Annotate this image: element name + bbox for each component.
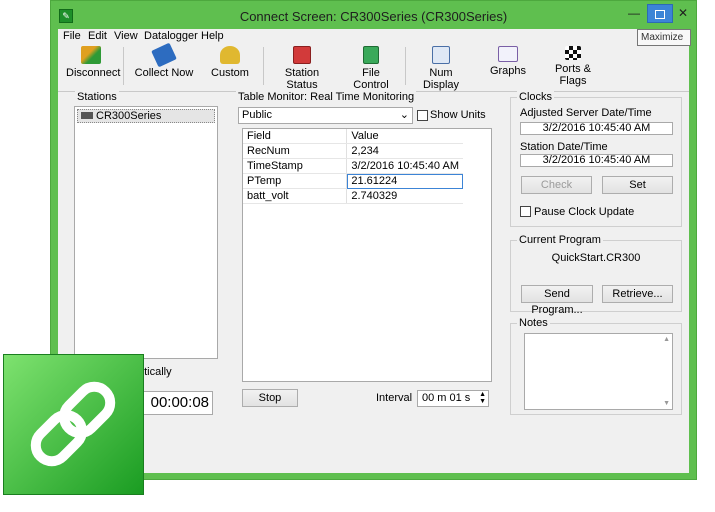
row-value: 3/2/2016 10:45:40 AM xyxy=(346,158,463,174)
file-icon xyxy=(363,46,379,64)
row-value: 2,234 xyxy=(346,143,463,159)
spinner-arrows-icon[interactable]: ▲ ▼ xyxy=(479,391,486,405)
num-display-icon xyxy=(432,46,450,64)
stations-title: Stations xyxy=(75,91,119,103)
menu-bar: File Edit View Datalogger Help xyxy=(58,29,689,43)
table-row[interactable]: PTemp 21.61224 xyxy=(243,173,463,189)
datalogger-icon xyxy=(81,112,93,119)
stop-button[interactable]: Stop xyxy=(242,389,298,407)
send-program-button[interactable]: Send Program... xyxy=(521,285,593,316)
collect-now-button[interactable]: Collect Now xyxy=(134,42,194,79)
file-control-button[interactable]: File Control xyxy=(343,46,399,91)
retrieve-button[interactable]: Retrieve... xyxy=(602,285,673,303)
menu-view[interactable]: View xyxy=(114,30,138,42)
toolbar-separator xyxy=(405,47,406,85)
show-units-checkbox[interactable] xyxy=(417,110,428,121)
table-monitor-title: Table Monitor: Real Time Monitoring xyxy=(236,91,417,103)
minimize-button[interactable]: — xyxy=(621,3,647,23)
num-display-button[interactable]: Num Display xyxy=(411,46,471,91)
disconnect-button[interactable]: Disconnect xyxy=(66,46,120,79)
notes-textarea[interactable]: ▲ ▼ xyxy=(524,333,673,410)
status-icon xyxy=(293,46,311,64)
maximize-icon xyxy=(655,10,665,19)
table-row[interactable]: TimeStamp 3/2/2016 10:45:40 AM xyxy=(243,158,463,174)
link-badge xyxy=(3,354,144,495)
clocks-title: Clocks xyxy=(517,91,555,103)
stations-list[interactable]: CR300Series xyxy=(74,106,218,359)
station-time-field: 3/2/2016 10:45:40 AM xyxy=(520,154,673,167)
list-item[interactable]: CR300Series xyxy=(77,109,215,123)
menu-help[interactable]: Help xyxy=(201,30,224,42)
toolbar-separator xyxy=(123,47,124,85)
table-header-row: Field Value xyxy=(243,129,463,144)
interval-label: Interval xyxy=(376,392,413,404)
ports-flags-button[interactable]: Ports & Flags xyxy=(542,46,604,87)
client-area: File Edit View Datalogger Help Disconnec… xyxy=(58,29,689,473)
chain-link-icon xyxy=(4,355,143,494)
scroll-down-icon[interactable]: ▼ xyxy=(663,400,670,407)
scroll-up-icon[interactable]: ▲ xyxy=(663,336,670,343)
row-value: 2.740329 xyxy=(346,188,463,204)
elapsed-timer: 00:00:08 xyxy=(138,391,213,415)
toolbar-separator xyxy=(263,47,264,85)
show-units-label: Show Units xyxy=(430,109,486,121)
plug-icon xyxy=(81,46,101,64)
window-title: Connect Screen: CR300Series (CR300Series… xyxy=(239,9,508,24)
set-button[interactable]: Set xyxy=(602,176,673,194)
custom-collect-icon xyxy=(220,46,240,64)
row-field: RecNum xyxy=(243,143,348,159)
toolbar: Disconnect Collect Now Custom Station St… xyxy=(58,42,689,92)
chevron-down-icon: ⌄ xyxy=(399,109,409,121)
menu-datalogger[interactable]: Datalogger xyxy=(144,30,198,42)
check-button[interactable]: Check xyxy=(521,176,592,194)
menu-edit[interactable]: Edit xyxy=(88,30,107,42)
maximize-tooltip: Maximize xyxy=(637,29,691,46)
custom-button[interactable]: Custom xyxy=(208,46,252,79)
program-title: Current Program xyxy=(517,234,603,246)
server-time-field: 3/2/2016 10:45:40 AM xyxy=(520,122,673,135)
interval-stepper[interactable]: 00 m 01 s ▲ ▼ xyxy=(417,390,489,407)
graphs-button[interactable]: Graphs xyxy=(488,46,528,77)
title-bar: ✎ Connect Screen: CR300Series (CR300Seri… xyxy=(51,1,696,29)
row-field: batt_volt xyxy=(243,188,348,204)
table-row[interactable]: batt_volt 2.740329 xyxy=(243,188,463,204)
monitor-grid[interactable]: Field Value RecNum 2,234 TimeStamp 3/2/2… xyxy=(242,128,492,382)
pause-clock-checkbox[interactable] xyxy=(520,206,531,217)
pause-clock-label: Pause Clock Update xyxy=(534,206,635,218)
row-field: PTemp xyxy=(243,173,348,189)
table-row[interactable]: RecNum 2,234 xyxy=(243,143,463,159)
program-name: QuickStart.CR300 xyxy=(551,252,641,264)
notes-title: Notes xyxy=(517,317,550,329)
header-value: Value xyxy=(346,129,463,144)
checkered-flag-icon xyxy=(565,46,581,60)
phone-icon xyxy=(151,42,177,68)
station-status-button[interactable]: Station Status xyxy=(271,46,333,91)
main-window: ✎ Connect Screen: CR300Series (CR300Seri… xyxy=(50,0,697,480)
server-time-label: Adjusted Server Date/Time xyxy=(520,107,652,119)
graph-icon xyxy=(498,46,518,62)
station-time-label: Station Date/Time xyxy=(520,141,608,153)
menu-file[interactable]: File xyxy=(63,30,81,42)
row-field: TimeStamp xyxy=(243,158,348,174)
row-value-selected[interactable]: 21.61224 xyxy=(346,173,463,189)
table-select[interactable]: Public ⌄ xyxy=(238,107,413,124)
close-button[interactable]: ✕ xyxy=(670,3,696,23)
header-field: Field xyxy=(243,129,348,144)
